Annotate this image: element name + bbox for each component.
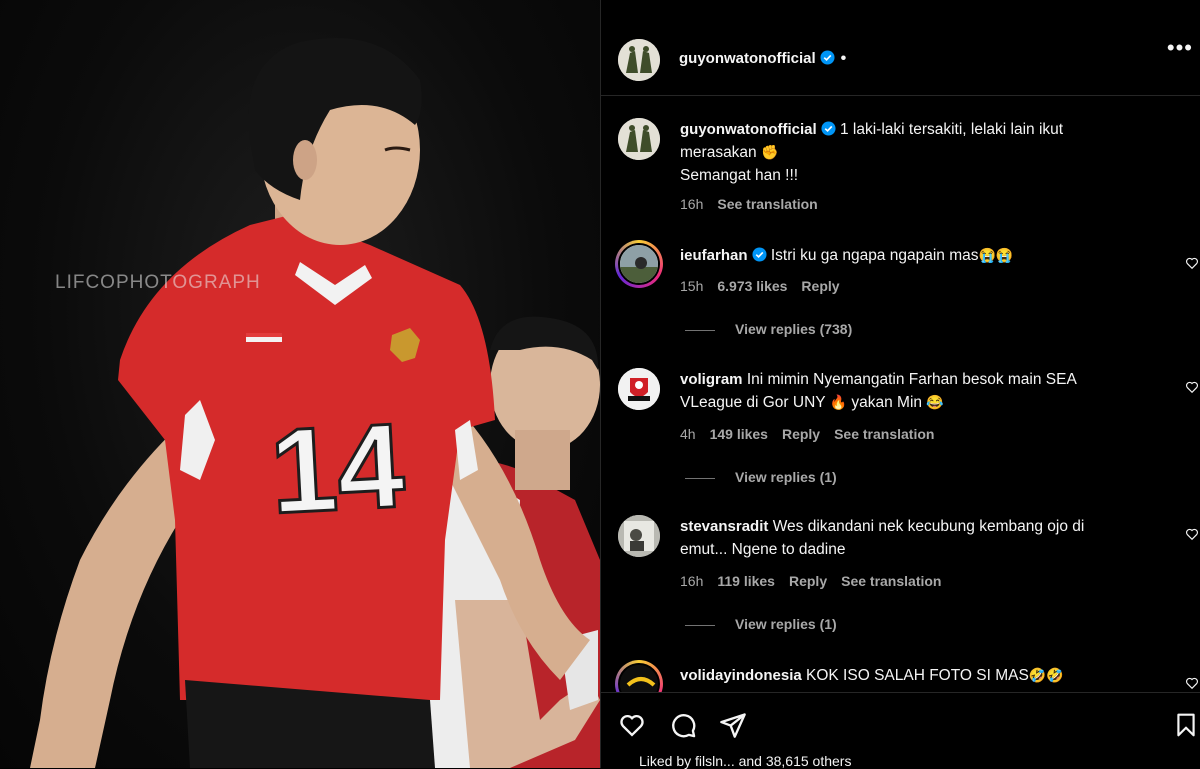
comment-username[interactable]: stevansradit	[680, 518, 768, 535]
comment-meta: 16h 119 likes Reply See translation	[680, 573, 955, 589]
heart-icon[interactable]	[617, 711, 647, 739]
comment-reply-button[interactable]: Reply	[789, 573, 827, 589]
caption-text: guyonwatonofficial 1 laki-laki tersakiti…	[680, 118, 1150, 187]
fire-emoji: 🔥	[829, 394, 848, 410]
comment-icon[interactable]	[668, 711, 698, 739]
jersey-number: 14	[267, 398, 408, 539]
left-arm	[30, 420, 185, 768]
verified-icon	[821, 121, 836, 136]
caption-see-translation[interactable]: See translation	[717, 196, 817, 212]
comment-username[interactable]: ieufarhan	[680, 247, 748, 264]
comment-text: ieufarhan Istri ku ga ngapa ngapain mas😭…	[680, 244, 1150, 267]
verified-icon	[751, 247, 767, 262]
comment-see-translation[interactable]: See translation	[841, 573, 941, 589]
post-action-bar: Liked by filsln... and 38,615 others	[601, 692, 1200, 769]
comment-body: KOK ISO SALAH FOTO SI MAS	[806, 667, 1029, 684]
comment-meta: 4h 149 likes Reply See translation	[680, 426, 948, 442]
comment-likes[interactable]: 149 likes	[710, 426, 768, 442]
comment-text: volidayindonesia KOK ISO SALAH FOTO SI M…	[680, 664, 1150, 687]
comment-text: voligram Ini mimin Nyemangatin Farhan be…	[680, 368, 1150, 414]
author-username[interactable]: guyonwatonofficial	[679, 50, 816, 67]
fist-emoji: ✊	[761, 144, 779, 160]
header-author: guyonwatonofficial •	[679, 50, 846, 68]
comment-heart-icon[interactable]	[1185, 676, 1199, 690]
caption-time: 16h	[680, 196, 704, 212]
commenter-avatar[interactable]	[618, 368, 660, 410]
commenter-avatar[interactable]	[618, 515, 660, 557]
caption-meta: 16h See translation	[680, 196, 832, 212]
post-photo: 14 LIFCOPHOTOGRAPH	[0, 0, 600, 768]
comment-body-line2: emut... Ngene to dadine	[680, 541, 846, 558]
view-replies-button[interactable]: View replies (738)	[685, 321, 852, 337]
share-icon[interactable]	[718, 711, 748, 739]
caption-line2: merasakan	[680, 144, 757, 161]
post-header: guyonwatonofficial • •••	[601, 0, 1200, 96]
comment-text: stevansradit Wes dikandani nek kecubung …	[680, 515, 1150, 561]
caption-line3: Semangat han !!!	[680, 167, 799, 184]
bookmark-icon[interactable]	[1173, 711, 1199, 739]
caption-line1: 1 laki-laki tersakiti, lelaki lain ikut	[839, 121, 1064, 138]
verified-icon	[820, 50, 835, 65]
comment-body: Wes dikandani nek kecubung kembang ojo d…	[772, 518, 1085, 535]
comment-avatar-ring[interactable]	[615, 240, 663, 288]
comment-body: Ini mimin Nyemangatin Farhan besok main …	[746, 371, 1077, 388]
comment-username[interactable]: volidayindonesia	[680, 667, 802, 684]
crying-emoji: 😭😭	[978, 247, 1014, 263]
comment-likes[interactable]: 119 likes	[717, 573, 775, 589]
comment-body: Istri ku ga ngapa ngapain mas	[770, 247, 979, 264]
comment-body-line2: VLeague di Gor UNY	[680, 394, 826, 411]
caption-avatar[interactable]	[618, 118, 660, 160]
laughing-emoji: 😂	[926, 394, 944, 410]
comment-meta: 15h 6.973 likes Reply	[680, 278, 854, 294]
view-replies-button[interactable]: View replies (1)	[685, 469, 837, 485]
photo-watermark: LIFCOPHOTOGRAPH	[55, 272, 261, 293]
comment-reply-button[interactable]: Reply	[782, 426, 820, 442]
comment-heart-icon[interactable]	[1185, 256, 1199, 270]
commenter-avatar	[618, 243, 660, 285]
comment-heart-icon[interactable]	[1185, 527, 1199, 541]
comment-likes[interactable]: 6.973 likes	[717, 278, 787, 294]
comment-body-line3: yakan Min	[851, 394, 923, 411]
rofl-emoji: 🤣🤣	[1028, 667, 1064, 683]
photo-illustration: 14	[30, 37, 600, 768]
comment-see-translation[interactable]: See translation	[834, 426, 934, 442]
comment-time: 16h	[680, 573, 704, 589]
liked-by-text[interactable]: Liked by filsln... and 38,615 others	[639, 753, 851, 769]
comment-time: 15h	[680, 278, 704, 294]
comment-heart-icon[interactable]	[1185, 380, 1199, 394]
comments-panel: guyonwatonofficial • ••• guyonwatonoffici…	[600, 0, 1200, 769]
view-replies-button[interactable]: View replies (1)	[685, 616, 837, 632]
comment-reply-button[interactable]: Reply	[801, 278, 839, 294]
author-avatar[interactable]	[618, 39, 660, 81]
header-dot: •	[840, 50, 847, 67]
caption-username[interactable]: guyonwatonofficial	[680, 121, 817, 138]
comment-username[interactable]: voligram	[680, 371, 743, 388]
comment-time: 4h	[680, 426, 696, 442]
